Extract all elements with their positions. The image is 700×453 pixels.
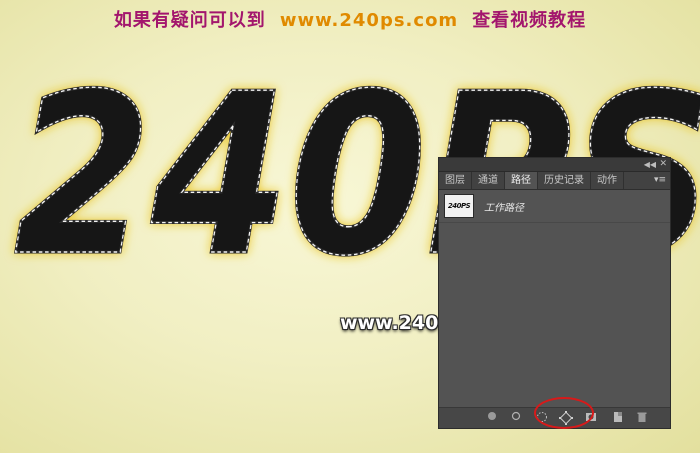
tab-channels[interactable]: 通道 [472,172,505,189]
fill-path-icon[interactable] [485,411,499,425]
highlight-circle [534,397,594,429]
collapse-panel-icon[interactable]: ◀◀ [644,158,656,171]
paths-panel: ◀◀ ✕ 图层 通道 路径 历史记录 动作 ▾≡ 240PS 工作路径 [438,157,671,429]
tab-actions[interactable]: 动作 [591,172,624,189]
stroke-path-icon[interactable] [509,411,523,425]
path-thumbnail: 240PS [444,194,474,218]
document-canvas: 如果有疑问可以到 www.240ps.com 查看视频教程 240PS 240PS … [0,0,700,453]
tab-history[interactable]: 历史记录 [538,172,591,189]
path-thumbnail-text: 240PS [447,202,471,210]
tab-layers[interactable]: 图层 [439,172,472,189]
close-panel-icon[interactable]: ✕ [659,158,667,171]
panel-menu-icon[interactable]: ▾≡ [654,172,666,189]
tab-paths[interactable]: 路径 [505,172,538,189]
panel-titlebar: ◀◀ ✕ [439,158,670,172]
delete-path-icon[interactable] [635,411,649,425]
panel-tabs: 图层 通道 路径 历史记录 动作 ▾≡ [439,172,670,190]
new-path-icon[interactable] [611,411,625,425]
path-item-work-path[interactable]: 240PS 工作路径 [439,190,670,223]
path-name: 工作路径 [484,202,524,214]
